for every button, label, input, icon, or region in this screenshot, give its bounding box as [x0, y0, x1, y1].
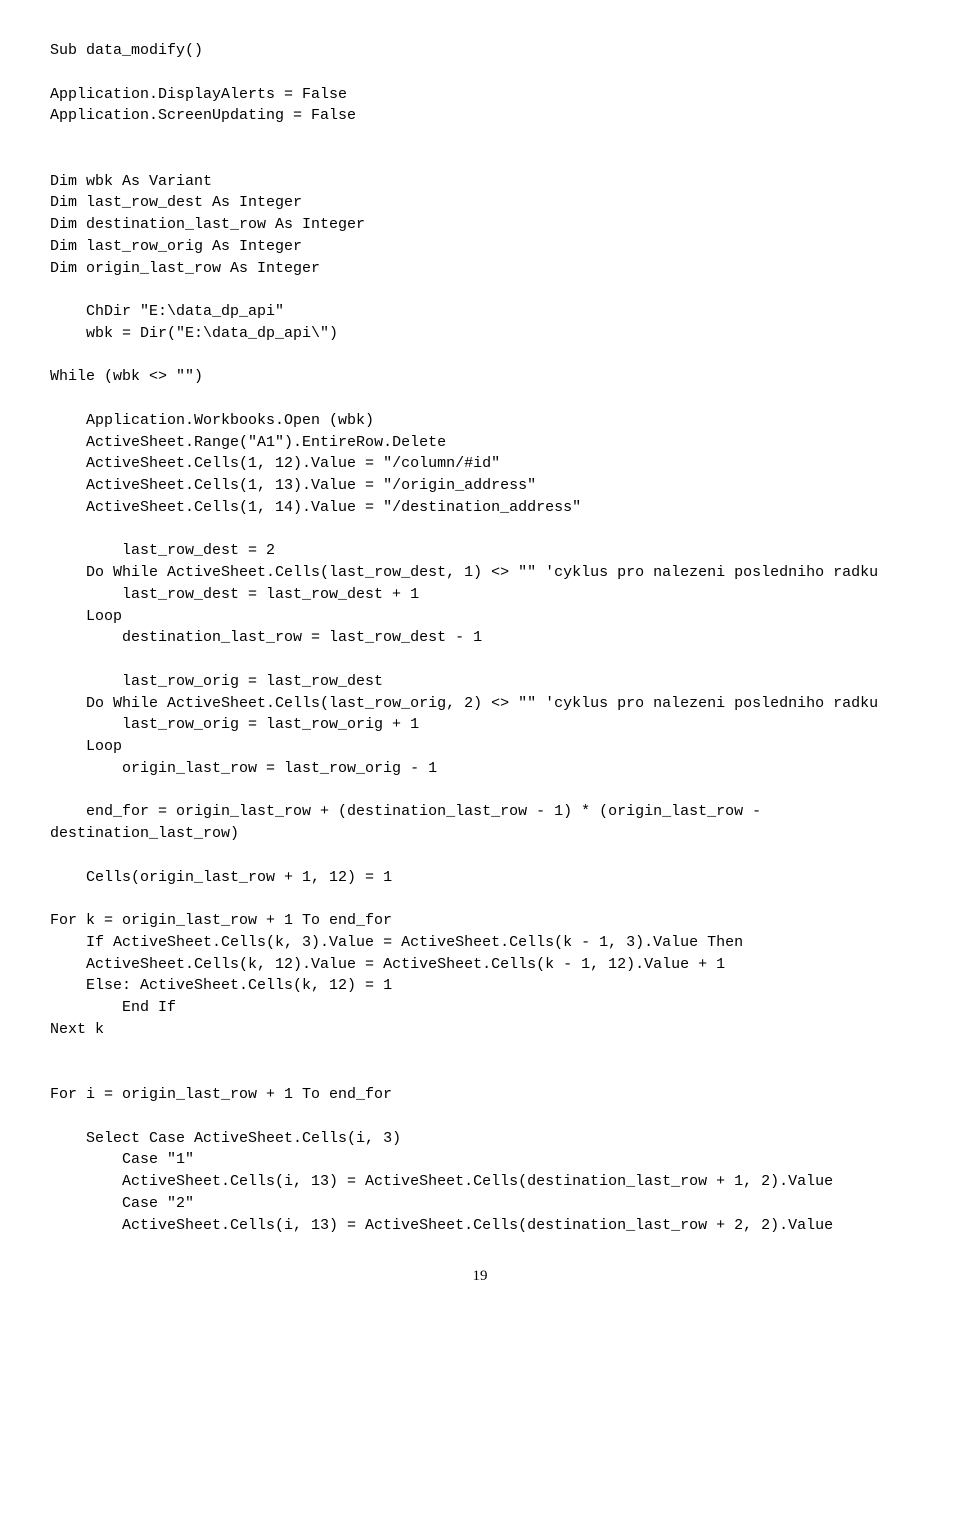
code-block: Sub data_modify() Application.DisplayAle…: [50, 40, 910, 1236]
page-number: 19: [50, 1266, 910, 1288]
